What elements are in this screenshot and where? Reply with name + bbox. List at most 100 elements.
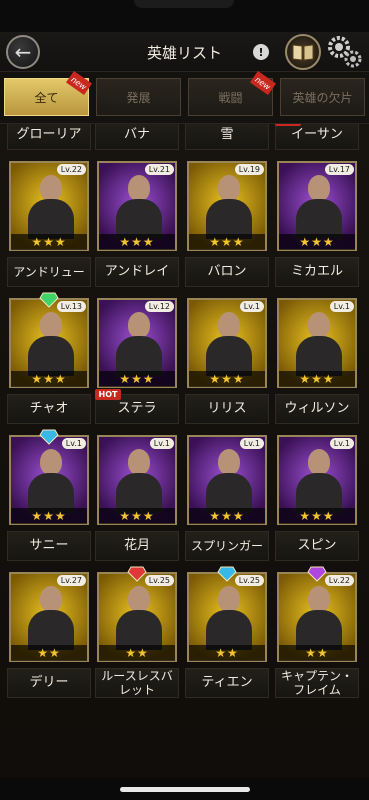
hero-name: チャオ xyxy=(7,394,91,424)
hero-card[interactable]: Lv.1 ★★★ xyxy=(187,298,267,388)
hero-list[interactable]: ★★★★グローリア★★★★バナ★★★雪★★★イーサンHOTLv.22★★★アンド… xyxy=(0,124,369,778)
gem-icon xyxy=(127,566,147,582)
hero-level-badge: Lv.19 xyxy=(234,164,264,175)
hero-level-badge: Lv.22 xyxy=(324,575,354,586)
hero-figure xyxy=(206,449,252,513)
hero-card[interactable]: Lv.25 ★★ xyxy=(97,566,177,662)
hero-name: キャプテン・フレイム xyxy=(275,668,359,698)
hero-star-rating: ★★★ xyxy=(279,508,355,524)
hero-card[interactable]: Lv.13 ★★★ xyxy=(9,292,89,388)
hero-figure xyxy=(296,312,342,376)
tab-development[interactable]: 発展 xyxy=(96,78,181,116)
new-ribbon-icon: new xyxy=(65,70,93,96)
hero-level-badge: Lv.22 xyxy=(56,164,86,175)
hero-star-rating: ★★ xyxy=(189,645,265,661)
hero-name: イーサン xyxy=(275,124,359,150)
hero-star-rating: ★★★ xyxy=(99,371,175,387)
hero-figure xyxy=(116,175,162,239)
hero-figure xyxy=(116,586,162,650)
hero-level-badge: Lv.21 xyxy=(144,164,174,175)
hero-star-rating: ★★★ xyxy=(279,371,355,387)
hero-name: グローリア xyxy=(7,124,91,150)
hero-card[interactable]: Lv.22 ★★ xyxy=(277,566,357,662)
hero-level-badge: Lv.1 xyxy=(329,438,354,449)
gem-icon xyxy=(39,292,59,308)
hero-star-rating: ★★ xyxy=(99,645,175,661)
gem-icon xyxy=(217,566,237,582)
hero-name: サニー xyxy=(7,531,91,561)
tab-all[interactable]: 全て new xyxy=(4,70,93,116)
hero-book-button[interactable] xyxy=(285,34,321,70)
hero-name: スプリンガー xyxy=(185,531,269,561)
hero-figure xyxy=(28,449,74,513)
hero-figure xyxy=(116,449,162,513)
hero-card[interactable]: Lv.19 ★★★ xyxy=(187,161,267,251)
device-notch xyxy=(134,0,234,8)
hero-star-rating: ★★★ xyxy=(189,371,265,387)
tab-label: 発展 xyxy=(126,90,151,105)
home-indicator xyxy=(120,787,250,792)
hero-name: 雪 xyxy=(185,124,269,150)
hero-name: バナ xyxy=(95,124,179,150)
hero-level-badge: Lv.13 xyxy=(56,301,86,312)
hero-book-icon xyxy=(292,44,314,61)
hero-level-badge: Lv.1 xyxy=(239,301,264,312)
hero-star-rating: ★★★ xyxy=(189,234,265,250)
hero-card[interactable]: Lv.27 ★★ xyxy=(9,572,89,662)
hero-star-rating: ★★★ xyxy=(11,234,87,250)
hero-card[interactable]: Lv.25 ★★ xyxy=(187,566,267,662)
category-tabs: 全て new 発展 戦闘 new 英雄の欠片 xyxy=(0,70,369,124)
hero-card[interactable]: Lv.1 ★★★ xyxy=(187,435,267,525)
hero-figure xyxy=(206,586,252,650)
hero-name: デリー xyxy=(7,668,91,698)
hero-name: リリス xyxy=(185,394,269,424)
hero-star-rating: ★★★ xyxy=(99,234,175,250)
hot-badge-icon: HOT xyxy=(95,389,121,400)
hero-level-badge: Lv.25 xyxy=(234,575,264,586)
status-bar xyxy=(0,0,369,32)
hero-figure xyxy=(296,449,342,513)
hero-card[interactable]: Lv.12 ★★★ xyxy=(97,298,177,388)
hero-name: ルースレスバレット xyxy=(95,668,179,698)
hero-level-badge: Lv.1 xyxy=(239,438,264,449)
hero-level-badge: Lv.27 xyxy=(56,575,86,586)
gem-icon xyxy=(307,566,327,582)
hero-card[interactable]: Lv.1 ★★★ xyxy=(97,435,177,525)
hero-figure xyxy=(28,312,74,376)
hero-figure xyxy=(296,175,342,239)
hero-name: スピン xyxy=(275,531,359,561)
hero-level-badge: Lv.1 xyxy=(329,301,354,312)
gem-icon xyxy=(39,429,59,445)
hero-star-rating: ★★★ xyxy=(189,508,265,524)
settings-button[interactable] xyxy=(326,34,364,70)
tab-label: 全て xyxy=(34,90,59,105)
hero-level-badge: Lv.1 xyxy=(61,438,86,449)
hero-card[interactable]: Lv.17 ★★★ xyxy=(277,161,357,251)
tab-hero-fragments[interactable]: 英雄の欠片 xyxy=(280,78,365,116)
hero-star-rating: ★★★ xyxy=(279,234,355,250)
hero-level-badge: Lv.1 xyxy=(149,438,174,449)
bottom-safe-area xyxy=(0,778,369,800)
hero-figure xyxy=(28,175,74,239)
hero-figure xyxy=(28,586,74,650)
hero-figure xyxy=(206,175,252,239)
hero-card[interactable]: Lv.1 ★★★ xyxy=(277,298,357,388)
hot-badge-icon: HOT xyxy=(275,124,301,126)
new-ribbon-icon: new xyxy=(249,70,277,96)
hero-name: バロン xyxy=(185,257,269,287)
hero-card[interactable]: Lv.1 ★★★ xyxy=(277,435,357,525)
hero-star-rating: ★★ xyxy=(279,645,355,661)
hero-level-badge: Lv.12 xyxy=(144,301,174,312)
hero-name: ウィルソン xyxy=(275,394,359,424)
settings-gear-icon xyxy=(328,36,362,68)
hero-name: ミカエル xyxy=(275,257,359,287)
hero-name: アンドレイ xyxy=(95,257,179,287)
hero-card[interactable]: Lv.22 ★★★ xyxy=(9,161,89,251)
hero-star-rating: ★★★ xyxy=(99,508,175,524)
hero-star-rating: ★★ xyxy=(11,645,87,661)
hero-star-rating: ★★★ xyxy=(11,371,87,387)
hero-card[interactable]: Lv.1 ★★★ xyxy=(9,429,89,525)
info-icon[interactable]: ! xyxy=(253,44,269,60)
hero-card[interactable]: Lv.21 ★★★ xyxy=(97,161,177,251)
tab-combat[interactable]: 戦闘 new xyxy=(188,70,277,116)
